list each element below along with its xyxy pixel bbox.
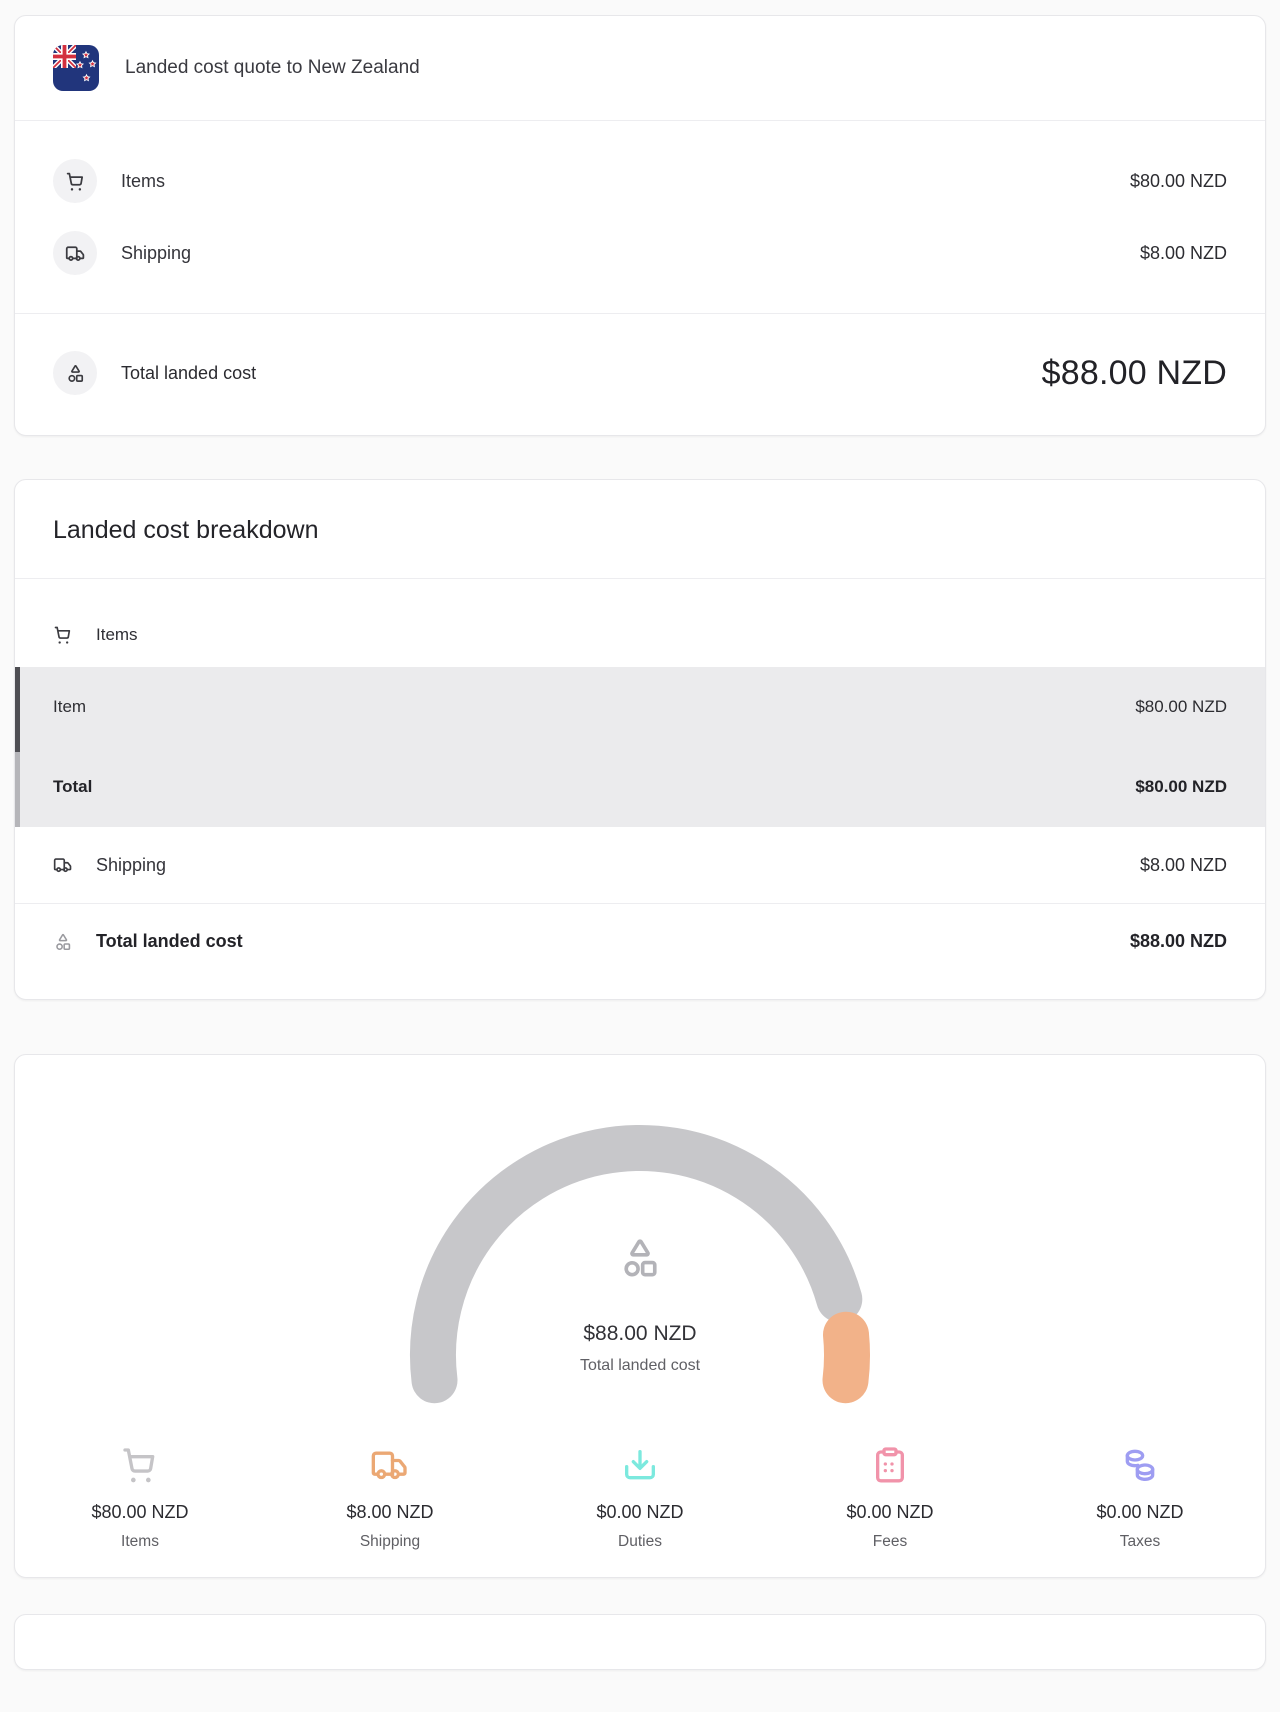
breakdown-total-label: Total landed cost bbox=[96, 931, 243, 951]
item-label: Item bbox=[53, 697, 87, 716]
items-total-label: Total bbox=[53, 777, 93, 796]
scrollbar-track bbox=[15, 751, 20, 827]
quote-rows: Items $80.00 NZD Shipping $8.00 NZD bbox=[15, 121, 1265, 313]
total-amount: $88.00 NZD bbox=[1041, 353, 1227, 392]
gauge-center: $88.00 NZD Total landed cost bbox=[380, 1235, 900, 1375]
truck-icon bbox=[370, 1445, 410, 1485]
legend-shipping-amount: $8.00 NZD bbox=[346, 1502, 434, 1522]
legend-items-label: Items bbox=[121, 1533, 159, 1550]
breakdown-title: Landed cost breakdown bbox=[15, 480, 1265, 579]
shipping-row: Shipping $8.00 NZD bbox=[53, 217, 1227, 289]
legend-shipping-label: Shipping bbox=[359, 1533, 421, 1550]
quote-title: Landed cost quote to New Zealand bbox=[125, 57, 420, 78]
landed-cost-gauge: $88.00 NZD Total landed cost bbox=[380, 1105, 900, 1405]
shapes-icon bbox=[53, 351, 97, 395]
cart-icon bbox=[53, 625, 73, 645]
items-label: Items bbox=[121, 170, 166, 191]
gauge-card: $88.00 NZD Total landed cost $80.00 NZD … bbox=[14, 1054, 1266, 1578]
legend-items-amount: $80.00 NZD bbox=[91, 1502, 189, 1522]
legend-duties-label: Duties bbox=[618, 1533, 662, 1550]
cart-icon bbox=[53, 159, 97, 203]
legend-item-duties: $0.00 NZD Duties bbox=[515, 1445, 765, 1551]
download-tray-icon bbox=[620, 1445, 660, 1485]
landed-cost-page: Landed cost quote to New Zealand Items $… bbox=[0, 0, 1280, 1670]
clipboard-icon bbox=[870, 1445, 910, 1485]
breakdown-shipping-amount: $8.00 NZD bbox=[1139, 854, 1227, 875]
next-card-partial bbox=[14, 1614, 1266, 1670]
new-zealand-flag-icon bbox=[53, 45, 99, 91]
truck-icon bbox=[53, 231, 97, 275]
legend-item-shipping: $8.00 NZD Shipping bbox=[265, 1445, 515, 1551]
breakdown-total-row: Total landed cost $88.00 NZD bbox=[15, 903, 1265, 999]
breakdown-items-section: Items bbox=[15, 579, 1265, 645]
total-label: Total landed cost bbox=[121, 362, 257, 383]
legend-fees-label: Fees bbox=[872, 1533, 908, 1550]
legend-item-items: $80.00 NZD Items bbox=[15, 1445, 265, 1551]
quote-header: Landed cost quote to New Zealand bbox=[15, 16, 1265, 121]
items-detail-table[interactable]: Item $80.00 NZD Total $80.00 NZD bbox=[15, 667, 1265, 827]
shapes-icon bbox=[53, 932, 73, 952]
breakdown-total-amount: $88.00 NZD bbox=[1129, 931, 1227, 951]
items-row: Items $80.00 NZD bbox=[53, 145, 1227, 217]
items-amount: $80.00 NZD bbox=[1129, 170, 1227, 191]
item-amount: $80.00 NZD bbox=[1135, 697, 1227, 716]
breakdown-card: Landed cost breakdown Items Item $80.00 … bbox=[14, 479, 1266, 1000]
items-total-row: Total $80.00 NZD bbox=[15, 747, 1265, 827]
legend-fees-amount: $0.00 NZD bbox=[846, 1502, 934, 1522]
coins-icon bbox=[1120, 1445, 1160, 1485]
cost-legend: $80.00 NZD Items $8.00 NZD Shipping $0.0… bbox=[15, 1445, 1265, 1551]
breakdown-items-label: Items bbox=[96, 625, 138, 644]
gauge-total-value: $88.00 NZD bbox=[583, 1322, 697, 1345]
legend-taxes-amount: $0.00 NZD bbox=[1096, 1502, 1184, 1522]
shipping-label: Shipping bbox=[121, 242, 192, 263]
breakdown-shipping-label: Shipping bbox=[96, 854, 167, 875]
cart-icon bbox=[120, 1445, 160, 1485]
item-row: Item $80.00 NZD bbox=[15, 667, 1265, 747]
truck-icon bbox=[53, 855, 73, 875]
legend-duties-amount: $0.00 NZD bbox=[596, 1502, 684, 1522]
scrollbar-thumb[interactable] bbox=[15, 667, 20, 752]
quote-summary-card: Landed cost quote to New Zealand Items $… bbox=[14, 15, 1266, 436]
gauge-total-label: Total landed cost bbox=[579, 1357, 701, 1374]
breakdown-shipping-row: Shipping $8.00 NZD bbox=[15, 827, 1265, 903]
legend-item-fees: $0.00 NZD Fees bbox=[765, 1445, 1015, 1551]
items-total-amount: $80.00 NZD bbox=[1135, 777, 1227, 796]
legend-item-taxes: $0.00 NZD Taxes bbox=[1015, 1445, 1265, 1551]
legend-taxes-label: Taxes bbox=[1119, 1533, 1161, 1550]
shipping-amount: $8.00 NZD bbox=[1139, 242, 1227, 263]
total-landed-cost-row: Total landed cost $88.00 NZD bbox=[15, 313, 1265, 435]
shapes-icon bbox=[617, 1235, 663, 1281]
